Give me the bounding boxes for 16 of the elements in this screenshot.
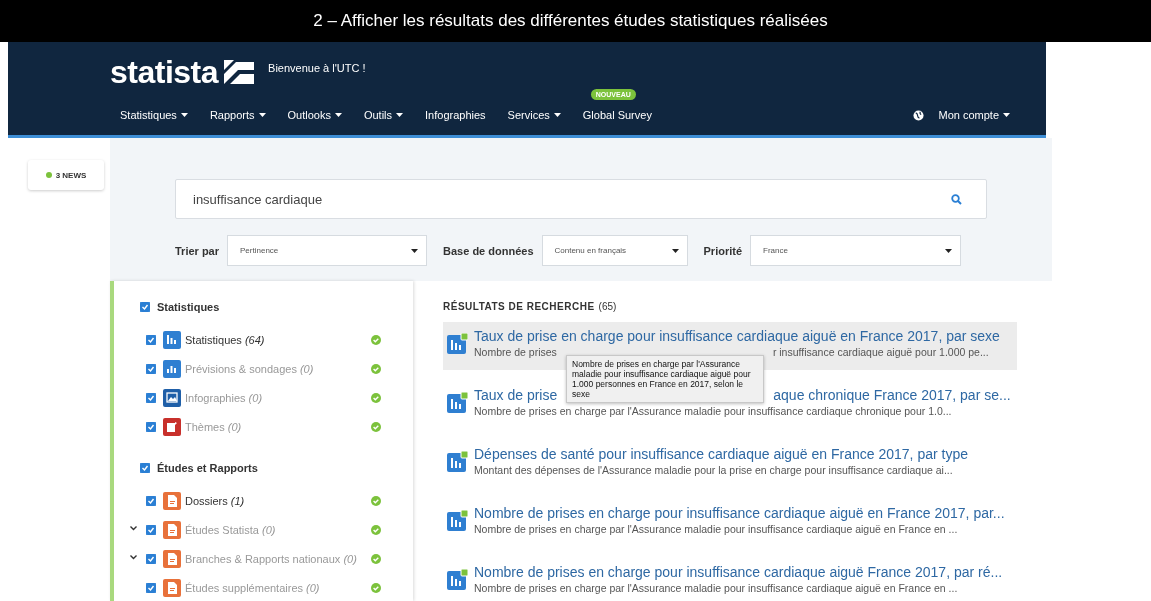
- result-description: Nombre de prises en charge par l'Assurance maladie pour insuffisance cardiaque aiguë en France en ...: [474, 582, 958, 594]
- filter-label: Base de données: [443, 244, 534, 257]
- result-description: Nombre de prises en charge par l'Assurance maladie pour insuffisance cardiaque aiguë en France en ...: [474, 523, 958, 535]
- result-description: Nombre de prises: [474, 346, 557, 358]
- result-description: Montant des dépenses de l'Assurance maladie pour la prise en charge pour insuffisance cardiaque ai...: [474, 464, 953, 476]
- results-heading: RÉSULTATS DE RECHERCHE: [443, 301, 595, 312]
- results-count: (65): [598, 301, 617, 312]
- filter-label: Trier par: [175, 244, 220, 257]
- result-description: Nombre de prises en charge par l'Assurance maladie pour insuffisance cardiaque chronique pour 1.0...: [474, 405, 952, 417]
- result-description: r insuffisance cardiaque aiguë pour 1.000 pe...: [772, 346, 989, 358]
- tooltip: Nombre de prises en charge par l'Assurance maladie pour insuffisance cardiaque aiguë pour 1.000 personnes en France en 2017, selon le sexe: [566, 355, 764, 403]
- welcome-text: Bienvenue à l'UTC !: [268, 62, 366, 74]
- section-title: Études et Rapports: [157, 462, 258, 474]
- page-caption: 2 – Afficher les résultats des différentes études statistiques réalisées: [313, 11, 829, 31]
- section-title: Statistiques: [157, 301, 220, 313]
- filter-label: Priorité: [703, 244, 743, 257]
